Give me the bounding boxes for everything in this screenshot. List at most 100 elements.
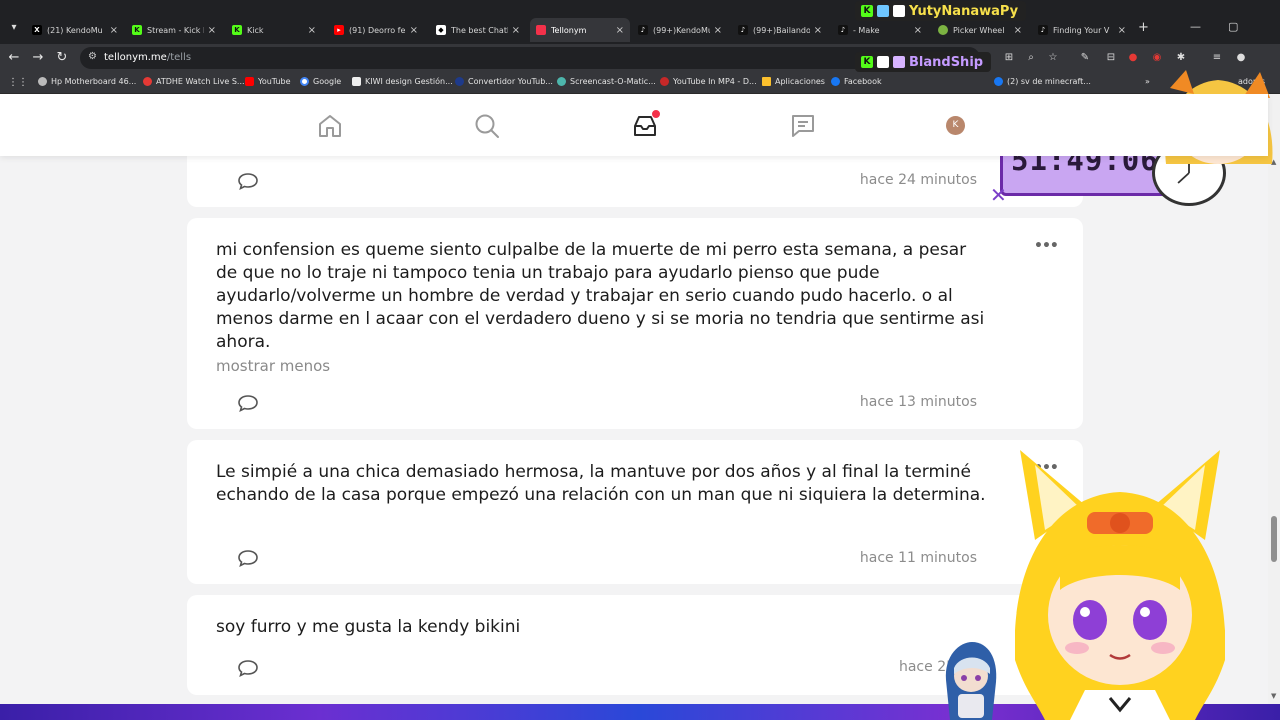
kick-logo-icon: K [861, 56, 873, 68]
url-text: tellonym.me/tells [104, 52, 192, 63]
x-logo-icon: X [32, 25, 42, 35]
tell-text: Le simpié a una chica demasiado hermosa,… [216, 462, 986, 505]
close-tab-icon[interactable]: × [1118, 25, 1126, 36]
bookmark-favicon-icon [352, 77, 361, 86]
tab-picker-wheel[interactable]: Picker Wheel × [932, 18, 1028, 42]
bookmark-item[interactable]: Hp Motherboard 46... [38, 77, 136, 86]
comment-icon[interactable] [237, 394, 259, 412]
profile-avatar[interactable]: K [946, 116, 965, 135]
extension-icon[interactable]: ⊟ [1104, 51, 1118, 65]
tiktok-logo-icon: ♪ [738, 25, 748, 35]
apps-grid-icon [762, 77, 771, 86]
page-scrollbar[interactable]: ▲ ▼ [1268, 94, 1280, 704]
mascot-avatar [1015, 450, 1225, 720]
bookmark-item[interactable]: Screencast-O-Matic... [557, 77, 656, 86]
tab-tellonym[interactable]: Tellonym × [530, 18, 630, 42]
tab-youtube[interactable]: ▸ (91) Deorro fe × [328, 18, 424, 42]
close-tab-icon[interactable]: × [714, 25, 722, 36]
site-info-icon[interactable]: ⚙ [88, 51, 97, 62]
bookmark-favicon-icon [38, 77, 47, 86]
comment-icon[interactable] [237, 549, 259, 567]
bookmark-item[interactable]: (2) sv de minecraft... [994, 77, 1091, 86]
media-icon[interactable]: ≡ [1210, 51, 1224, 65]
browser-toolbar: ← → ↻ ⚙ tellonym.me/tells ⊞ ⌕ ☆ ✎ ⊟ ● ◉ … [0, 44, 1280, 72]
tab-chatbot[interactable]: ◆ The best Chatb × [430, 18, 526, 42]
kick-logo-icon: K [861, 5, 873, 17]
app-navigation: K [0, 94, 1268, 156]
bookmark-item[interactable]: ATDHE Watch Live S... [143, 77, 245, 86]
badge-icon [877, 5, 889, 17]
bookmark-item[interactable]: KIWI design Gestión... [352, 77, 453, 86]
minimize-icon[interactable]: — [1190, 20, 1201, 33]
tiktok-logo-icon: ♪ [838, 25, 848, 35]
profile-icon[interactable]: ● [1234, 51, 1248, 65]
mascot-avatar [945, 642, 997, 720]
close-tab-icon[interactable]: × [308, 25, 316, 36]
bookmarks-bar: ⋮⋮ Hp Motherboard 46... ATDHE Watch Live… [0, 72, 1280, 94]
more-options-icon[interactable]: ••• [1034, 238, 1059, 254]
close-tab-icon[interactable]: × [914, 25, 922, 36]
tab-tiktok-2[interactable]: ♪ (99+)Bailando × [732, 18, 828, 42]
tell-timestamp: hace 13 minutos [859, 394, 977, 410]
bookmark-favicon-icon [660, 77, 669, 86]
kick-logo-icon: K [232, 25, 242, 35]
close-tab-icon[interactable]: × [410, 25, 418, 36]
scrollbar-thumb[interactable] [1271, 516, 1277, 562]
bookmark-overflow-icon[interactable]: » [1145, 77, 1150, 86]
close-tab-icon[interactable]: × [814, 25, 822, 36]
close-tab-icon[interactable]: × [512, 25, 520, 36]
tell-text: soy furro y me gusta la kendy bikini [216, 617, 521, 637]
tab-tiktok-1[interactable]: ♪ (99+)KendoMu × [632, 18, 728, 42]
bookmark-favicon-icon [557, 77, 566, 86]
tiktok-logo-icon: ♪ [1038, 25, 1048, 35]
scroll-down-icon[interactable]: ▼ [1271, 692, 1276, 700]
tab-kick[interactable]: K Kick × [226, 18, 322, 42]
close-tab-icon[interactable]: × [110, 25, 118, 36]
tab-tiktok-4[interactable]: ♪ Finding Your V × [1032, 18, 1132, 42]
forward-icon[interactable]: → [29, 49, 47, 67]
bookmark-item[interactable]: Aplicaciones [762, 77, 825, 86]
apps-grid-icon[interactable]: ⋮⋮ [8, 77, 28, 88]
new-tab-button[interactable]: + [1138, 20, 1149, 35]
tab-search-icon[interactable]: ▾ [6, 20, 22, 36]
bookmark-item[interactable]: Google [300, 77, 341, 86]
feed-icon[interactable] [789, 112, 817, 140]
bookmark-item[interactable]: Convertidor YouTub... [455, 77, 553, 86]
youtube-logo-icon: ▸ [334, 25, 344, 35]
show-less-link[interactable]: mostrar menos [216, 357, 330, 375]
youtube-logo-icon [245, 77, 254, 86]
reload-icon[interactable]: ↻ [53, 49, 71, 67]
search-icon[interactable] [473, 112, 501, 140]
maximize-icon[interactable]: ▢ [1228, 20, 1238, 33]
extension-icon[interactable]: ● [1126, 51, 1140, 65]
tab-tiktok-3[interactable]: ♪ - Make × [832, 18, 928, 42]
translate-icon[interactable]: ⊞ [1002, 51, 1016, 65]
tell-card: Le simpié a una chica demasiado hermosa,… [187, 440, 1083, 584]
tab-x[interactable]: X (21) KendoMu × [26, 18, 124, 42]
comment-icon[interactable] [237, 172, 259, 190]
bookmark-favicon-icon [455, 77, 464, 86]
extension-icon[interactable]: ✎ [1078, 51, 1092, 65]
badge-icon [877, 56, 889, 68]
zoom-icon[interactable]: ⌕ [1024, 51, 1038, 65]
tiktok-logo-icon: ♪ [638, 25, 648, 35]
bookmark-item[interactable]: YouTube In MP4 - D... [660, 77, 757, 86]
tellonym-logo-icon [536, 25, 546, 35]
notification-badge [651, 109, 661, 119]
extension-icon[interactable]: ◉ [1150, 51, 1164, 65]
close-tab-icon[interactable]: × [1014, 25, 1022, 36]
bookmark-item[interactable]: YouTube [245, 77, 291, 86]
address-bar[interactable]: ⚙ tellonym.me/tells [80, 47, 980, 69]
close-tab-icon[interactable]: × [208, 25, 216, 36]
kick-logo-icon: K [132, 25, 142, 35]
home-icon[interactable] [316, 112, 344, 140]
tell-timestamp: hace 11 minutos [859, 550, 977, 566]
bookmark-star-icon[interactable]: ☆ [1046, 51, 1060, 65]
comment-icon[interactable] [237, 659, 259, 677]
tab-kick-stream[interactable]: K Stream - Kick D × [126, 18, 222, 42]
extensions-puzzle-icon[interactable]: ✱ [1174, 51, 1188, 65]
back-icon[interactable]: ← [5, 49, 23, 67]
badge-icon [893, 5, 905, 17]
bookmark-item[interactable]: Facebook [831, 77, 882, 86]
close-tab-icon[interactable]: × [616, 25, 624, 36]
